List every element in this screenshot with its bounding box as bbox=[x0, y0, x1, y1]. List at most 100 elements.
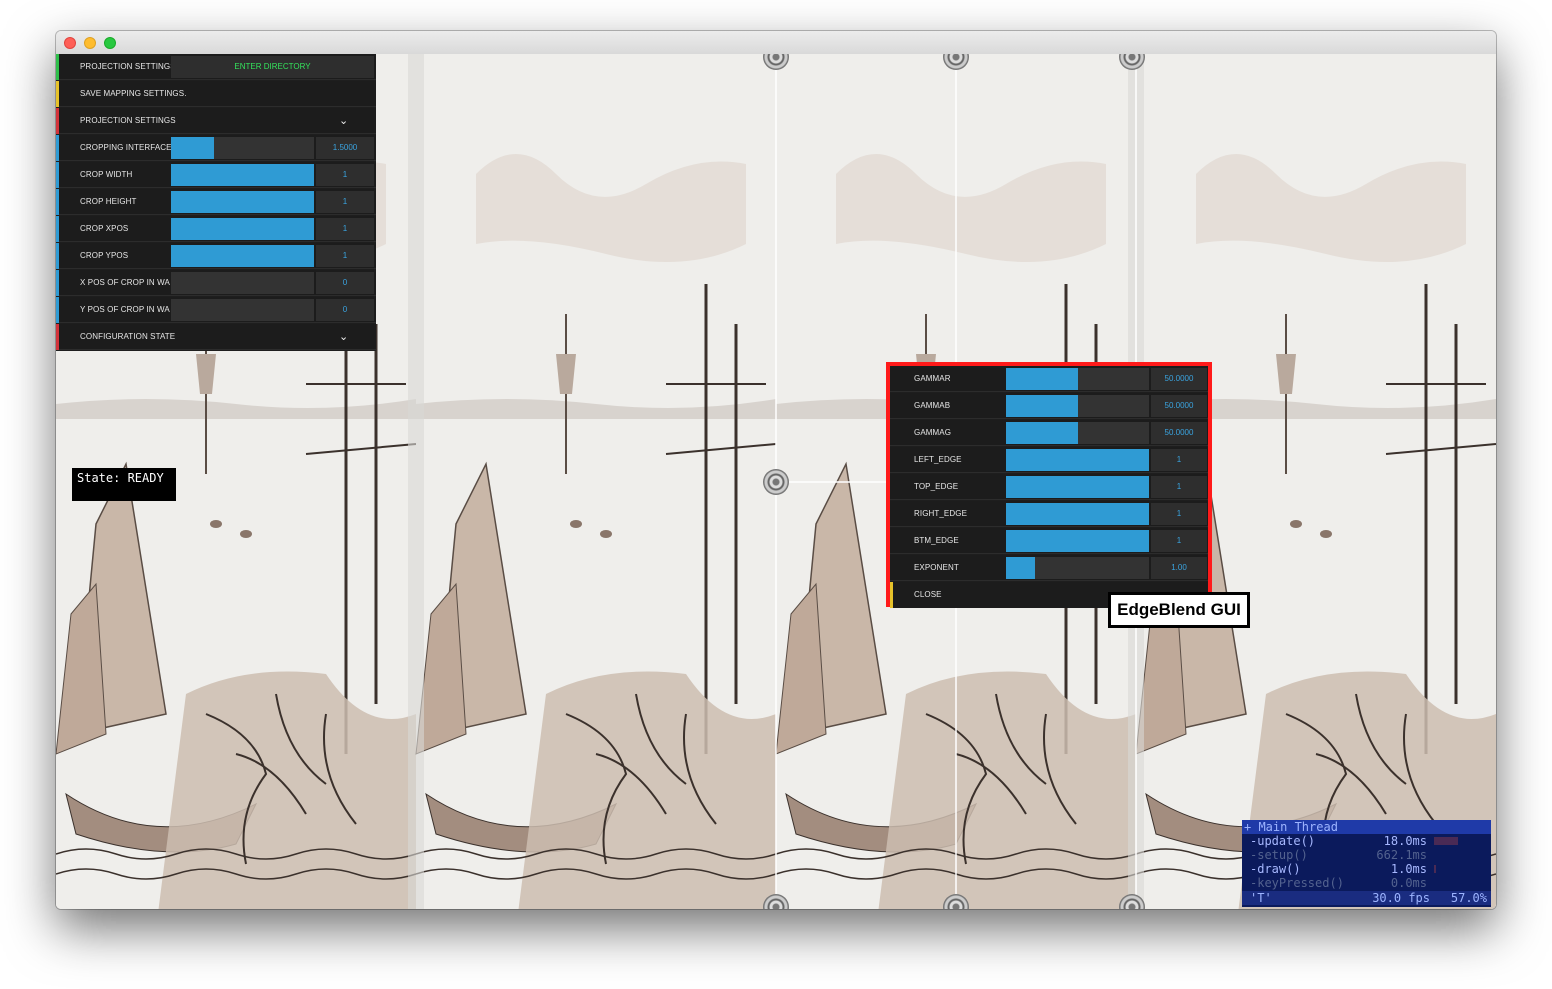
row-label: X POS OF CROP IN WA bbox=[80, 278, 170, 287]
row-label: Y POS OF CROP IN WA bbox=[80, 305, 170, 314]
crop-height-slider[interactable] bbox=[171, 191, 314, 213]
save-mapping-settings-button[interactable]: SAVE MAPPING SETTINGS. bbox=[56, 81, 376, 107]
right-edge-value[interactable]: 1 bbox=[1151, 503, 1207, 525]
profiler-time: 662.1ms bbox=[1376, 848, 1427, 862]
x-pos-of-crop-slider[interactable] bbox=[171, 272, 314, 294]
row-label: SAVE MAPPING SETTINGS. bbox=[80, 89, 187, 98]
x-pos-of-crop-value[interactable]: 0 bbox=[316, 272, 374, 294]
exponent-slider[interactable] bbox=[1006, 557, 1149, 579]
row-label: EXPONENT bbox=[914, 563, 959, 572]
row-accent bbox=[56, 216, 59, 242]
left-edge-slider[interactable] bbox=[1006, 449, 1149, 471]
row-label: RIGHT_EDGE bbox=[914, 509, 968, 518]
projection-canvas[interactable]: PROJECTION SETTINGS ENTER DIRECTORY SAVE… bbox=[56, 54, 1496, 909]
y-pos-of-crop-slider-row: Y POS OF CROP IN WA 0 bbox=[56, 297, 376, 323]
slider-fill bbox=[1006, 476, 1149, 498]
crop-ypos-value[interactable]: 1 bbox=[316, 245, 374, 267]
profiler-bar bbox=[1434, 837, 1458, 845]
row-accent bbox=[56, 54, 59, 80]
crop-xpos-value[interactable]: 1 bbox=[316, 218, 374, 240]
crop-xpos-slider[interactable] bbox=[171, 218, 314, 240]
projection-settings-folder[interactable]: PROJECTION SETTINGS ⌄ bbox=[56, 108, 376, 134]
slider-fill bbox=[171, 137, 214, 159]
row-accent bbox=[890, 582, 893, 608]
row-label: CROP WIDTH bbox=[80, 170, 133, 179]
title-bar bbox=[56, 31, 1496, 55]
cropping-interface-value[interactable]: 1.5000 bbox=[316, 137, 374, 159]
crop-width-value[interactable]: 1 bbox=[316, 164, 374, 186]
crop-height-slider-row: CROP HEIGHT 1 bbox=[56, 189, 376, 215]
enter-directory-button[interactable]: ENTER DIRECTORY bbox=[171, 56, 374, 78]
row-accent bbox=[56, 162, 59, 188]
y-pos-of-crop-value[interactable]: 0 bbox=[316, 299, 374, 321]
profiler-bar bbox=[1434, 865, 1436, 873]
row-label: GAMMAG bbox=[914, 428, 952, 437]
zoom-window-button[interactable] bbox=[104, 37, 116, 49]
profiler-footer: 'T' 30.0 fps 57.0% bbox=[1242, 891, 1491, 905]
profiler-fps: 30.0 fps bbox=[1372, 891, 1430, 905]
row-label: LEFT_EDGE bbox=[914, 455, 962, 464]
btm-edge-value[interactable]: 1 bbox=[1151, 530, 1207, 552]
slider-fill bbox=[171, 245, 314, 267]
btm-edge-slider[interactable] bbox=[1006, 530, 1149, 552]
top-edge-slider[interactable] bbox=[1006, 476, 1149, 498]
profiler-name: -draw() bbox=[1250, 862, 1301, 876]
row-label: CROPPING INTERFACE bbox=[80, 143, 171, 152]
chevron-down-icon[interactable]: ⌄ bbox=[339, 324, 348, 350]
exponent-value[interactable]: 1.00 bbox=[1151, 557, 1207, 579]
y-pos-of-crop-slider[interactable] bbox=[171, 299, 314, 321]
profiler-time: 1.0ms bbox=[1390, 862, 1427, 876]
row-label: PROJECTION SETTINGS bbox=[80, 116, 176, 125]
crop-ypos-slider[interactable] bbox=[171, 245, 314, 267]
crop-width-slider[interactable] bbox=[171, 164, 314, 186]
row-accent bbox=[56, 189, 59, 215]
slider-fill bbox=[171, 218, 314, 240]
left-edge-value[interactable]: 1 bbox=[1151, 449, 1207, 471]
row-accent bbox=[56, 81, 59, 107]
profiler-row: -update() 18.0ms bbox=[1242, 834, 1491, 848]
top-edge-value[interactable]: 1 bbox=[1151, 476, 1207, 498]
right-edge-slider-row: RIGHT_EDGE 1 bbox=[890, 501, 1208, 527]
cropping-interface-slider[interactable] bbox=[171, 137, 314, 159]
gammab-slider[interactable] bbox=[1006, 395, 1149, 417]
projection-settings-row: PROJECTION SETTINGS ENTER DIRECTORY bbox=[56, 54, 376, 80]
gammag-value[interactable]: 50.0000 bbox=[1151, 422, 1207, 444]
crop-height-value[interactable]: 1 bbox=[316, 191, 374, 213]
slider-fill bbox=[171, 191, 314, 213]
edgeblend-gui-panel: GAMMAR 50.0000 GAMMAB 50.0000 GAMMAG 50.… bbox=[886, 362, 1212, 608]
profiler-header[interactable]: + Main Thread bbox=[1242, 820, 1491, 834]
configuration-state-folder[interactable]: CONFIGURATION STATE ⌄ bbox=[56, 324, 376, 350]
minimize-window-button[interactable] bbox=[84, 37, 96, 49]
row-accent bbox=[56, 270, 59, 296]
row-accent bbox=[56, 297, 59, 323]
profiler-time: 0.0ms bbox=[1390, 876, 1427, 890]
profiler-name: -keyPressed() bbox=[1250, 876, 1344, 890]
state-indicator: State: READY bbox=[72, 468, 176, 501]
row-label: PROJECTION SETTINGS bbox=[80, 62, 171, 71]
warp-handle-middle-left[interactable] bbox=[763, 469, 789, 495]
row-label: GAMMAR bbox=[914, 374, 951, 383]
gammab-value[interactable]: 50.0000 bbox=[1151, 395, 1207, 417]
row-label: BTM_EDGE bbox=[914, 536, 959, 545]
profiler-name: -setup() bbox=[1250, 848, 1308, 862]
row-label: CROP HEIGHT bbox=[80, 197, 137, 206]
row-accent bbox=[56, 243, 59, 269]
row-label: CROP XPOS bbox=[80, 224, 129, 233]
gammar-slider[interactable] bbox=[1006, 368, 1149, 390]
slider-fill bbox=[1006, 422, 1078, 444]
slider-fill bbox=[1006, 557, 1035, 579]
right-edge-slider[interactable] bbox=[1006, 503, 1149, 525]
gammag-slider[interactable] bbox=[1006, 422, 1149, 444]
row-label: CROP YPOS bbox=[80, 251, 129, 260]
close-window-button[interactable] bbox=[64, 37, 76, 49]
row-label: TOP_EDGE bbox=[914, 482, 959, 491]
gammar-slider-row: GAMMAR 50.0000 bbox=[890, 366, 1208, 392]
gammar-value[interactable]: 50.0000 bbox=[1151, 368, 1207, 390]
profiler-row: -keyPressed() 0.0ms bbox=[1242, 876, 1491, 890]
top-edge-slider-row: TOP_EDGE 1 bbox=[890, 474, 1208, 500]
slider-fill bbox=[1006, 503, 1149, 525]
edgeblend-gui-callout: EdgeBlend GUI bbox=[1108, 592, 1250, 628]
chevron-down-icon[interactable]: ⌄ bbox=[339, 108, 348, 134]
profiler-header-label: + Main Thread bbox=[1244, 820, 1338, 834]
x-pos-of-crop-slider-row: X POS OF CROP IN WA 0 bbox=[56, 270, 376, 296]
